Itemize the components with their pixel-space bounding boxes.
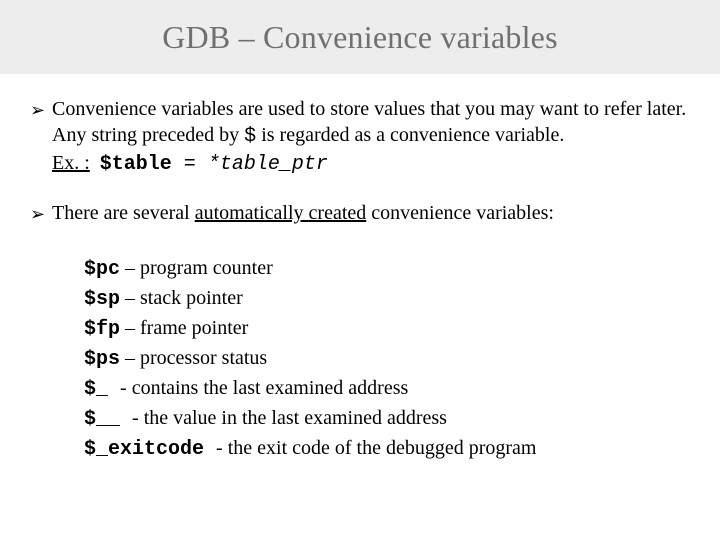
bullet-arrow-icon: ➢ (28, 96, 52, 178)
variable-row: $ps – processor status (84, 344, 692, 374)
bullet-2-text-b: convenience variables: (366, 202, 554, 224)
variable-separator: - (132, 407, 144, 429)
variable-row: $_exitcode - the exit code of the debugg… (84, 434, 692, 464)
variable-name: $pc (84, 258, 120, 281)
variable-description: program counter (140, 257, 273, 279)
bullet-1-content: Convenience variables are used to store … (52, 96, 692, 178)
variable-name: $fp (84, 318, 120, 341)
variables-list: $pc – program counter$sp – stack pointer… (28, 254, 692, 464)
variable-separator: - (120, 377, 132, 399)
title-bar: GDB – Convenience variables (0, 0, 720, 74)
bullet-2: ➢ There are several automatically create… (28, 200, 692, 228)
dollar-sign-code: $ (244, 125, 256, 148)
variable-row: $_ - contains the last examined address (84, 374, 692, 404)
bullet-1-text-b: is regarded as a convenience variable. (256, 124, 564, 146)
variable-name: $_ (84, 378, 120, 401)
bullet-2-text-a: There are several (52, 202, 195, 224)
bullet-2-content: There are several automatically created … (52, 200, 692, 228)
variable-row: $sp – stack pointer (84, 284, 692, 314)
example-label: Ex. : (52, 152, 90, 174)
slide-body: ➢ Convenience variables are used to stor… (0, 74, 720, 484)
example-code-eq: = (172, 153, 208, 176)
variable-description: the exit code of the debugged program (228, 437, 537, 459)
variable-row: $fp – frame pointer (84, 314, 692, 344)
variable-separator: – (120, 347, 140, 369)
variable-name: $__ (84, 408, 132, 431)
variable-separator: – (120, 317, 140, 339)
variable-row: $__ - the value in the last examined add… (84, 404, 692, 434)
variable-description: the value in the last examined address (144, 407, 447, 429)
bullet-1: ➢ Convenience variables are used to stor… (28, 96, 692, 178)
variable-separator: – (120, 287, 140, 309)
example-code-lhs: $table (100, 153, 172, 176)
example-code-rhs: *table_ptr (208, 153, 328, 176)
variable-name: $_exitcode (84, 438, 216, 461)
variable-description: contains the last examined address (132, 377, 409, 399)
variable-name: $ps (84, 348, 120, 371)
variable-description: stack pointer (140, 287, 243, 309)
variable-name: $sp (84, 288, 120, 311)
variable-separator: – (120, 257, 140, 279)
variable-row: $pc – program counter (84, 254, 692, 284)
slide-title: GDB – Convenience variables (162, 19, 558, 56)
bullet-arrow-icon: ➢ (28, 200, 52, 228)
variable-description: frame pointer (140, 317, 248, 339)
bullet-2-underlined: automatically created (195, 202, 367, 224)
variable-separator: - (216, 437, 228, 459)
variable-description: processor status (140, 347, 267, 369)
